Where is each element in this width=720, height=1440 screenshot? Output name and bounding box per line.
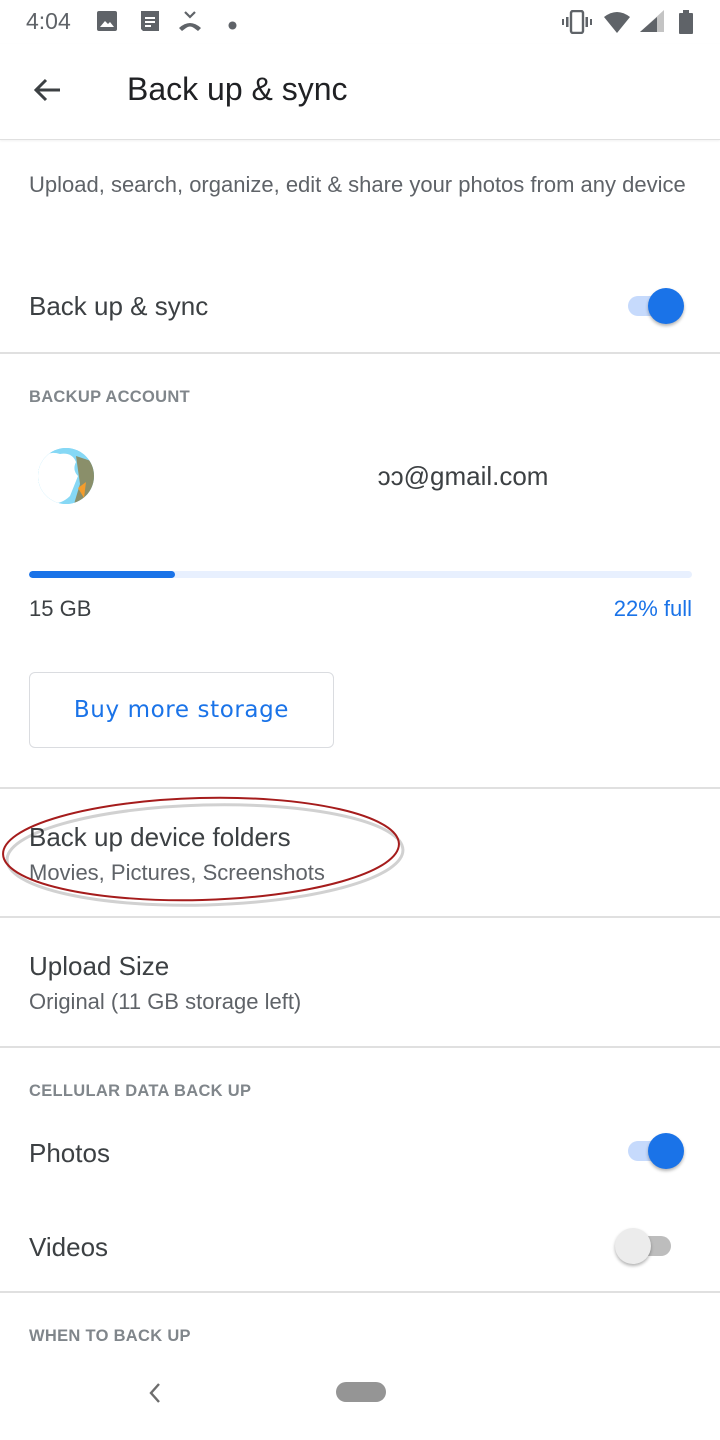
device-folders-subtitle: Movies, Pictures, Screenshots [29,860,325,885]
toggle-thumb [648,288,684,324]
dot-icon [228,17,237,35]
backup-sync-label: Back up & sync [29,291,209,321]
upload-size-subtitle: Original (11 GB storage left) [29,989,302,1014]
nav-home-pill[interactable] [336,1382,386,1402]
cellular-photos-toggle[interactable] [622,1131,686,1171]
account-email: ɔɔ@gmail.com [132,461,549,491]
when-to-back-up-header: WHEN TO BACK UP [29,1327,191,1345]
upload-size-row[interactable]: Upload Size Original (11 GB storage left… [0,918,720,1046]
upload-size-title: Upload Size [29,951,170,981]
backup-sync-row[interactable]: Back up & sync [0,262,720,352]
cellular-videos-label: Videos [29,1232,109,1262]
cellular-videos-row[interactable]: Videos [0,1200,720,1290]
vibrate-icon [562,9,592,39]
notes-icon [140,10,160,37]
chevron-left-icon [140,1383,170,1412]
cellular-videos-toggle[interactable] [615,1226,679,1266]
storage-percent: 22% full [613,596,692,621]
page-title: Back up & sync [127,71,348,107]
storage-progress-bar [29,571,692,578]
buy-more-storage-button[interactable]: Buy more storage [29,672,334,748]
divider [0,1291,720,1293]
toggle-thumb [615,1228,651,1264]
device-folders-title: Back up device folders [29,822,291,852]
status-bar: 4:04 [0,0,720,44]
toggle-thumb [648,1133,684,1169]
cellular-photos-row[interactable]: Photos [0,1110,720,1196]
nav-back-button[interactable] [140,1378,170,1408]
avatar[interactable] [38,448,94,504]
cellular-header: CELLULAR DATA BACK UP [29,1082,252,1100]
app-bar: Back up & sync [0,44,720,140]
back-button[interactable] [22,66,74,118]
arrow-back-icon [32,74,64,111]
system-nav-bar [0,1360,720,1440]
wifi-icon [603,10,631,39]
divider [0,1046,720,1048]
cell-signal-icon [640,10,666,39]
storage-progress-fill [29,571,175,578]
storage-total: 15 GB [29,596,92,621]
image-icon [96,10,118,37]
device-folders-row[interactable]: Back up device folders Movies, Pictures,… [0,789,720,917]
backup-account-header: BACKUP ACCOUNT [29,388,190,406]
divider [0,352,720,354]
missed-call-icon [177,10,203,37]
status-time: 4:04 [26,8,71,34]
backup-sync-toggle[interactable] [622,286,686,326]
intro-description: Upload, search, organize, edit & share y… [29,172,686,197]
cellular-photos-label: Photos [29,1138,110,1168]
battery-icon [679,10,693,39]
